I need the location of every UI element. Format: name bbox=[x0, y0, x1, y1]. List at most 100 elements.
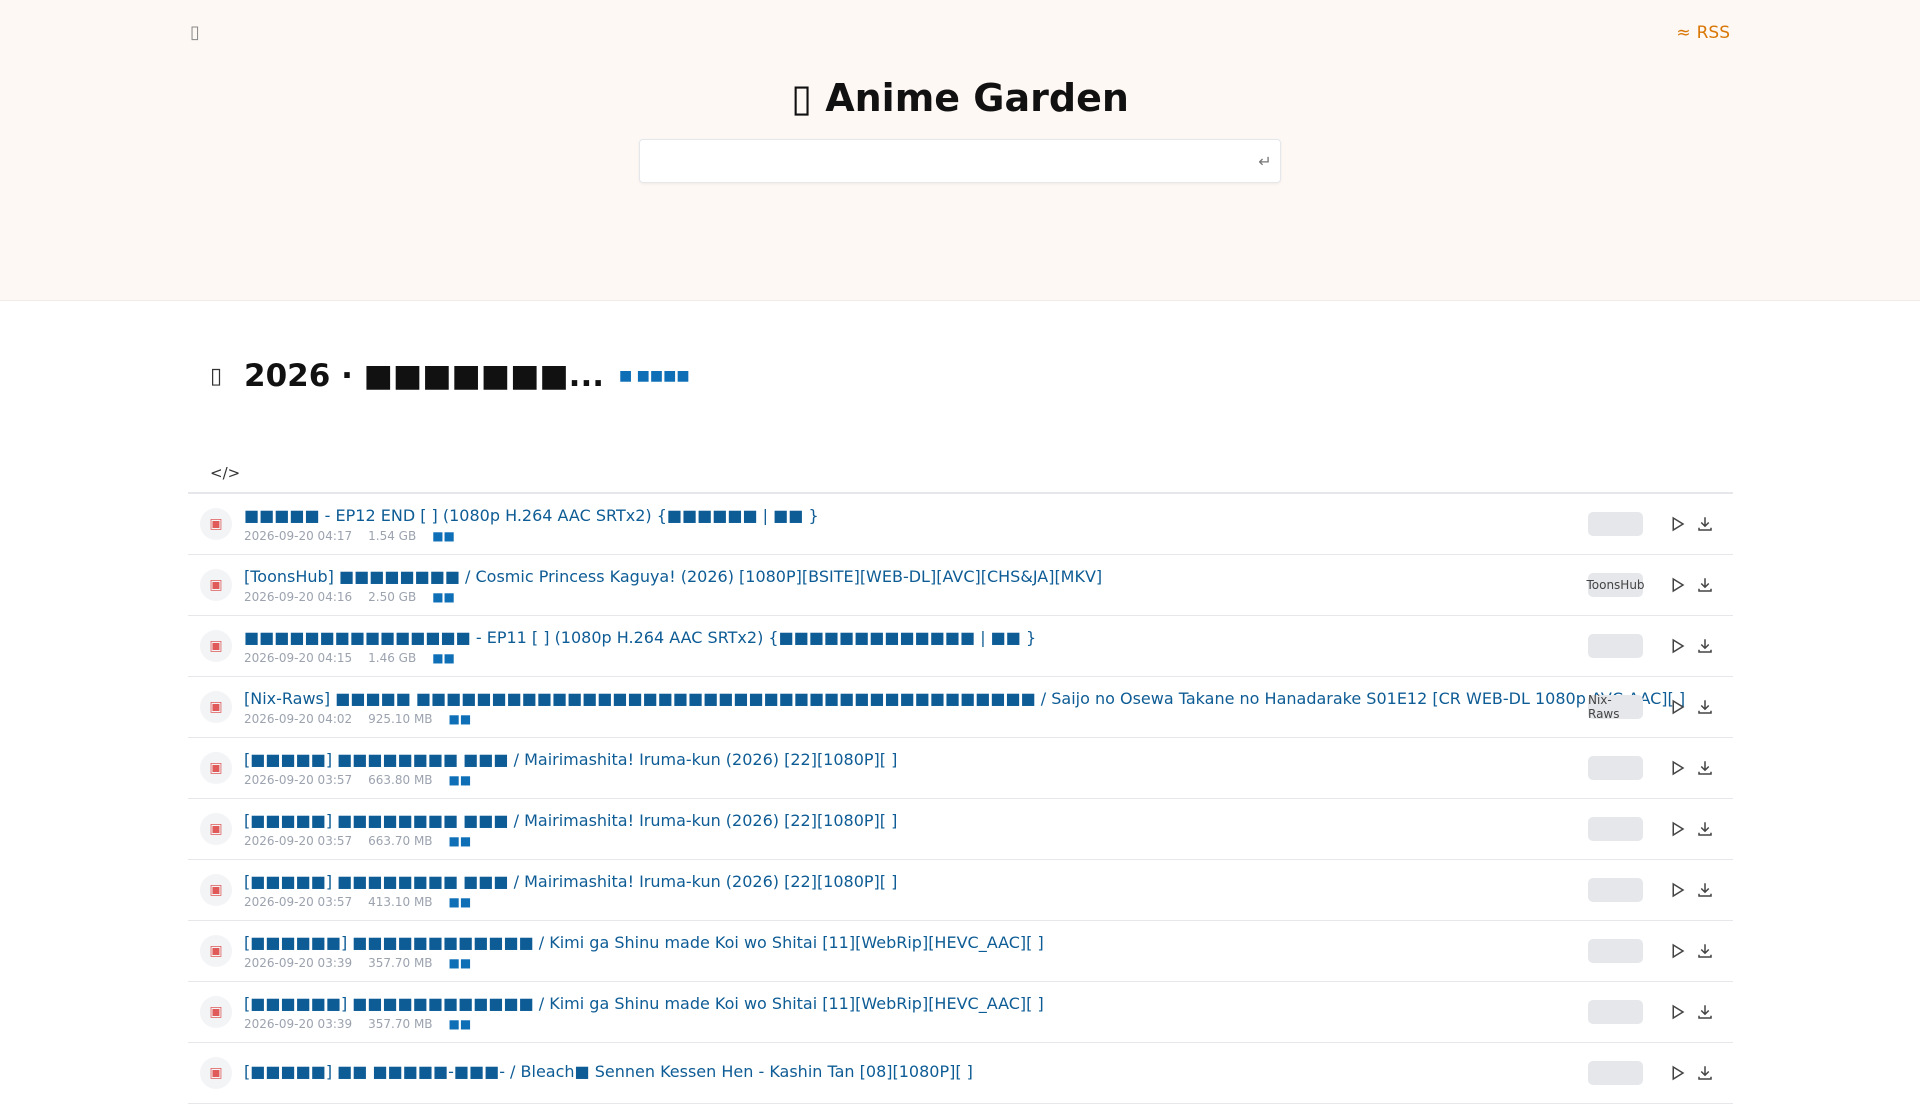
resource-info: ■■■■■ - EP12 END [ ] (1080p H.264 AAC SR… bbox=[244, 506, 1733, 543]
download-icon[interactable] bbox=[1693, 573, 1717, 597]
resource-info: [■■■■■■] ■■■■■■■■■■■■ / Kimi ga Shinu ma… bbox=[244, 994, 1733, 1031]
download-icon[interactable] bbox=[1693, 1061, 1717, 1085]
download-icon[interactable] bbox=[1693, 817, 1717, 841]
source-link[interactable]: ■■ bbox=[449, 1017, 472, 1031]
play-icon[interactable] bbox=[1665, 1000, 1689, 1024]
menu-icon[interactable]: ▯ bbox=[190, 22, 200, 43]
resource-title[interactable]: [■■■■■■] ■■■■■■■■■■■■ / Kimi ga Shinu ma… bbox=[244, 994, 1733, 1013]
fansub-badge[interactable] bbox=[1588, 939, 1643, 963]
upload-date: 2026-09-20 03:57 bbox=[244, 833, 353, 848]
resource-row: ▣ [■■■■■] ■■ ■■■■■-■■■- / Bleach■ Sennen … bbox=[188, 1043, 1733, 1104]
source-link[interactable]: ■■ bbox=[449, 834, 472, 848]
brand-title[interactable]: ▯ Anime Garden bbox=[0, 76, 1920, 120]
fansub-badge[interactable] bbox=[1588, 634, 1643, 658]
enter-icon[interactable]: ↵ bbox=[1250, 152, 1280, 171]
file-size: 357.70 MB bbox=[368, 1016, 433, 1031]
play-icon[interactable] bbox=[1665, 756, 1689, 780]
provider-icon[interactable]: ▣ bbox=[200, 630, 232, 662]
resource-title[interactable]: [■■■■■] ■■ ■■■■■-■■■- / Bleach■ Sennen K… bbox=[244, 1062, 1733, 1081]
provider-icon[interactable]: ▣ bbox=[200, 1057, 232, 1089]
subject-link[interactable]: ■ ■■■■ bbox=[619, 368, 690, 384]
file-size: 1.54 GB bbox=[368, 528, 417, 543]
resource-title[interactable]: [Nix-Raws] ■■■■■ ■■■■■■■■■■■■■■■■■■■■■■■… bbox=[244, 689, 1733, 708]
download-icon[interactable] bbox=[1693, 634, 1717, 658]
download-icon[interactable] bbox=[1693, 695, 1717, 719]
resource-meta: 2026-09-20 03:57 413.10 MB ■■ bbox=[244, 895, 1733, 909]
resource-title[interactable]: ■■■■■■■■■■■■■■■ - EP11 [ ] (1080p H.264 … bbox=[244, 628, 1733, 647]
play-icon[interactable] bbox=[1665, 573, 1689, 597]
play-icon[interactable] bbox=[1665, 512, 1689, 536]
resource-list: ▣ ■■■■■ - EP12 END [ ] (1080p H.264 AAC S… bbox=[188, 492, 1733, 1104]
download-icon[interactable] bbox=[1693, 1000, 1717, 1024]
code-icon[interactable]: </> bbox=[210, 464, 240, 482]
main-content: ▯ 2026 · ■■■■■■■... ■ ■■■■ </> ▣ ■■■■■ - … bbox=[188, 300, 1733, 1104]
source-link[interactable]: ■■ bbox=[449, 895, 472, 909]
upload-date: 2026-09-20 04:02 bbox=[244, 711, 353, 726]
file-size: 1.46 GB bbox=[368, 650, 417, 665]
rss-link[interactable]: ≈ RSS bbox=[1676, 23, 1730, 43]
file-size: 663.70 MB bbox=[368, 833, 433, 848]
resource-info: [■■■■■] ■■■■■■■■ ■■■ / Mairimashita! Iru… bbox=[244, 872, 1733, 909]
play-icon[interactable] bbox=[1665, 695, 1689, 719]
resource-meta: 2026-09-20 04:02 925.10 MB ■■ bbox=[244, 712, 1733, 726]
resource-row: ▣ [■■■■■] ■■■■■■■■ ■■■ / Mairimashita! Ir… bbox=[188, 799, 1733, 860]
resource-row: ▣ [■■■■■■] ■■■■■■■■■■■■ / Kimi ga Shinu m… bbox=[188, 921, 1733, 982]
provider-icon[interactable]: ▣ bbox=[200, 813, 232, 845]
play-icon[interactable] bbox=[1665, 939, 1689, 963]
resource-title[interactable]: [ToonsHub] ■■■■■■■■ / Cosmic Princess Ka… bbox=[244, 567, 1733, 586]
upload-date: 2026-09-20 04:17 bbox=[244, 528, 353, 543]
fansub-badge[interactable]: ToonsHub bbox=[1586, 573, 1645, 597]
resource-row: ▣ [■■■■■] ■■■■■■■■ ■■■ / Mairimashita! Ir… bbox=[188, 860, 1733, 921]
resource-title[interactable]: [■■■■■] ■■■■■■■■ ■■■ / Mairimashita! Iru… bbox=[244, 750, 1733, 769]
provider-icon[interactable]: ▣ bbox=[200, 691, 232, 723]
file-size: 925.10 MB bbox=[368, 711, 433, 726]
resource-meta: 2026-09-20 04:15 1.46 GB ■■ bbox=[244, 651, 1733, 665]
resource-meta: 2026-09-20 03:57 663.70 MB ■■ bbox=[244, 834, 1733, 848]
fansub-badge[interactable] bbox=[1588, 1000, 1643, 1024]
upload-date: 2026-09-20 03:39 bbox=[244, 955, 353, 970]
play-icon[interactable] bbox=[1665, 1061, 1689, 1085]
subject-header: ▯ 2026 · ■■■■■■■... ■ ■■■■ bbox=[188, 346, 1733, 406]
search-input[interactable] bbox=[640, 142, 1250, 180]
play-icon[interactable] bbox=[1665, 634, 1689, 658]
source-link[interactable]: ■■ bbox=[432, 590, 455, 604]
upload-date: 2026-09-20 04:15 bbox=[244, 650, 353, 665]
download-icon[interactable] bbox=[1693, 878, 1717, 902]
resource-info: ■■■■■■■■■■■■■■■ - EP11 [ ] (1080p H.264 … bbox=[244, 628, 1733, 665]
resource-info: [■■■■■] ■■■■■■■■ ■■■ / Mairimashita! Iru… bbox=[244, 750, 1733, 787]
fansub-badge[interactable] bbox=[1588, 512, 1643, 536]
play-icon[interactable] bbox=[1665, 878, 1689, 902]
source-link[interactable]: ■■ bbox=[449, 712, 472, 726]
resource-title[interactable]: [■■■■■■] ■■■■■■■■■■■■ / Kimi ga Shinu ma… bbox=[244, 933, 1733, 952]
search-box[interactable]: ↵ bbox=[639, 139, 1281, 183]
provider-icon[interactable]: ▣ bbox=[200, 996, 232, 1028]
provider-icon[interactable]: ▣ bbox=[200, 874, 232, 906]
resource-title[interactable]: ■■■■■ - EP12 END [ ] (1080p H.264 AAC SR… bbox=[244, 506, 1733, 525]
resource-title[interactable]: [■■■■■] ■■■■■■■■ ■■■ / Mairimashita! Iru… bbox=[244, 872, 1733, 891]
resource-info: [■■■■■] ■■■■■■■■ ■■■ / Mairimashita! Iru… bbox=[244, 811, 1733, 848]
provider-icon[interactable]: ▣ bbox=[200, 752, 232, 784]
resource-info: [■■■■■■] ■■■■■■■■■■■■ / Kimi ga Shinu ma… bbox=[244, 933, 1733, 970]
provider-icon[interactable]: ▣ bbox=[200, 569, 232, 601]
fansub-badge[interactable] bbox=[1588, 756, 1643, 780]
provider-icon[interactable]: ▣ bbox=[200, 935, 232, 967]
resource-meta: 2026-09-20 04:16 2.50 GB ■■ bbox=[244, 590, 1733, 604]
fansub-badge[interactable] bbox=[1588, 817, 1643, 841]
source-link[interactable]: ■■ bbox=[449, 956, 472, 970]
play-icon[interactable] bbox=[1665, 817, 1689, 841]
bookmark-icon[interactable]: ▯ bbox=[188, 364, 244, 389]
download-icon[interactable] bbox=[1693, 939, 1717, 963]
download-icon[interactable] bbox=[1693, 756, 1717, 780]
resource-title[interactable]: [■■■■■] ■■■■■■■■ ■■■ / Mairimashita! Iru… bbox=[244, 811, 1733, 830]
resource-info: [Nix-Raws] ■■■■■ ■■■■■■■■■■■■■■■■■■■■■■■… bbox=[244, 689, 1733, 726]
rss-icon: ≈ bbox=[1676, 22, 1691, 43]
fansub-badge[interactable] bbox=[1588, 1061, 1643, 1085]
download-icon[interactable] bbox=[1693, 512, 1717, 536]
source-link[interactable]: ■■ bbox=[449, 773, 472, 787]
source-link[interactable]: ■■ bbox=[432, 651, 455, 665]
resource-row: ▣ [■■■■■■] ■■■■■■■■■■■■ / Kimi ga Shinu m… bbox=[188, 982, 1733, 1043]
fansub-badge[interactable] bbox=[1588, 878, 1643, 902]
source-link[interactable]: ■■ bbox=[432, 529, 455, 543]
provider-icon[interactable]: ▣ bbox=[200, 508, 232, 540]
fansub-badge[interactable]: Nix-Raws bbox=[1588, 693, 1643, 721]
